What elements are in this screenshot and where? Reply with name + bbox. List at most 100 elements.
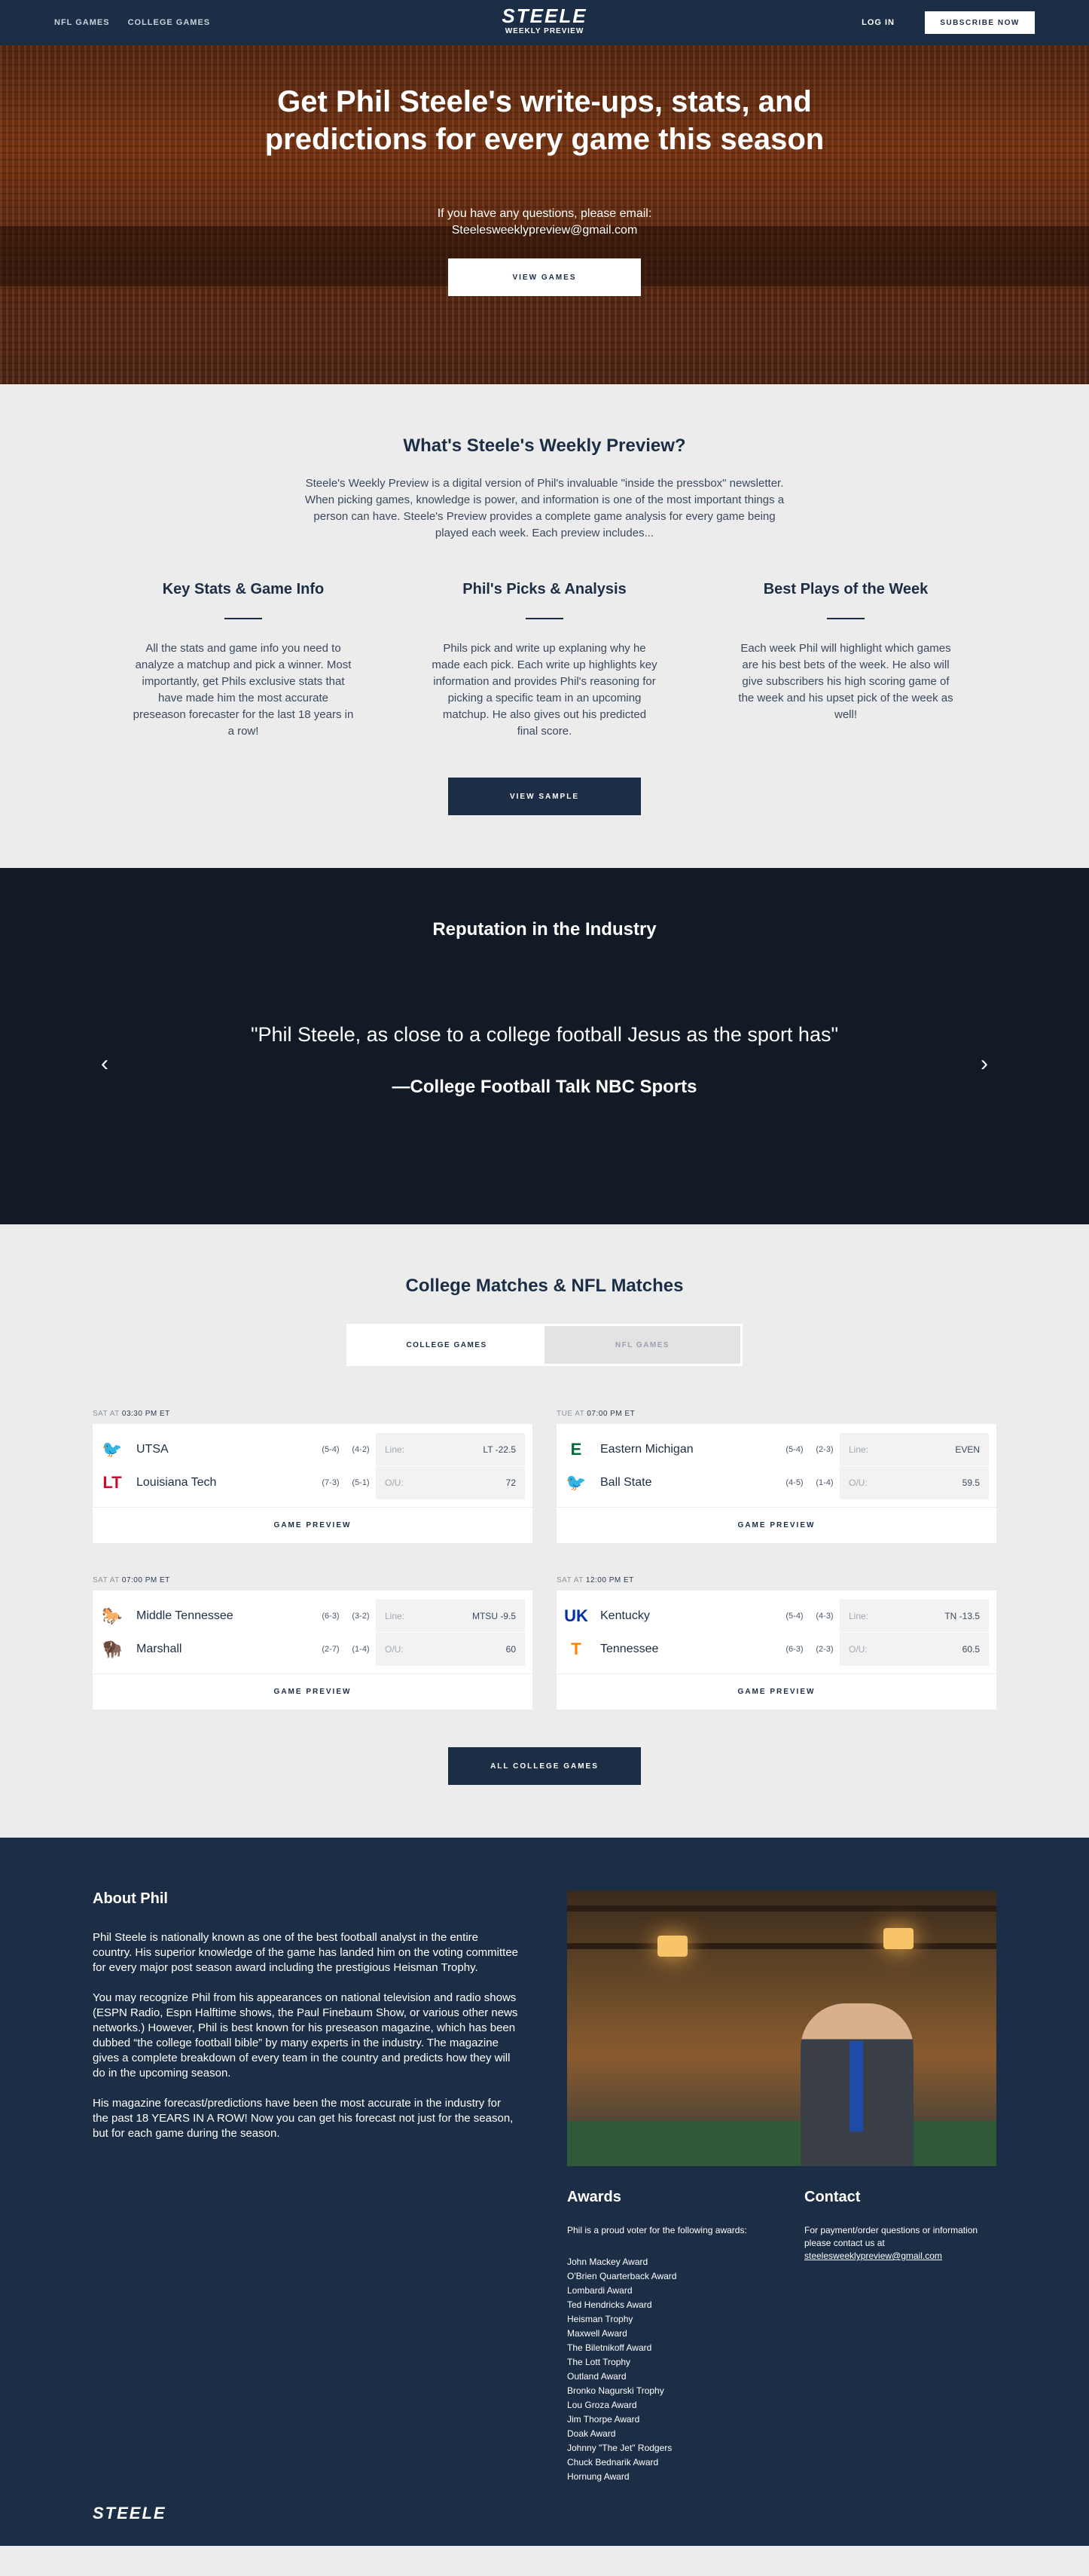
game-time: TUE AT 07:00 PM ET: [557, 1410, 996, 1418]
team-record: (2-7): [322, 1645, 340, 1654]
contact-text: For payment/order questions or informati…: [804, 2224, 996, 2263]
award-item: Doak Award: [567, 2428, 616, 2439]
subscribe-button[interactable]: SUBSCRIBE NOW: [925, 11, 1035, 34]
award-item: Lou Groza Award: [567, 2400, 637, 2410]
team-name: Middle Tennessee: [136, 1609, 233, 1622]
odds-box: Line: EVEN O/U: 59.5: [840, 1433, 989, 1499]
about-paragraph: His magazine forecast/predictions have b…: [93, 2097, 514, 2140]
award-item: The Biletnikoff Award: [567, 2342, 652, 2353]
contact-description: For payment/order questions or informati…: [804, 2225, 978, 2248]
feature-text: All the stats and game info you need to …: [133, 642, 354, 738]
footer-logo[interactable]: STEELE: [93, 2504, 166, 2523]
award-item: John Mackey Award: [567, 2257, 648, 2267]
tab-college-games[interactable]: COLLEGE GAMES: [349, 1326, 544, 1364]
team-conf-record: (2-3): [816, 1445, 834, 1454]
chevron-right-icon[interactable]: ›: [973, 1053, 996, 1075]
award-item: Hornung Award: [567, 2471, 630, 2482]
about-section: About Phil Phil Steele is nationally kno…: [0, 1838, 1089, 2546]
line-value: EVEN: [955, 1444, 980, 1455]
feature-text: Phils pick and write up explaning why he…: [432, 642, 657, 738]
reputation-title: Reputation in the Industry: [432, 919, 657, 940]
login-link[interactable]: LOG IN: [862, 18, 895, 27]
brand-subtitle: WEEKLY PREVIEW: [505, 27, 584, 35]
game-card: TUE AT 07:00 PM ET E Eastern Michigan (5…: [557, 1410, 996, 1543]
team-name: Eastern Michigan: [600, 1443, 694, 1456]
feature-divider: [224, 618, 262, 619]
view-sample-button[interactable]: VIEW SAMPLE: [448, 778, 641, 815]
team-row: T Tennessee (6-3) (2-3): [564, 1633, 840, 1666]
chevron-left-icon[interactable]: ‹: [93, 1053, 116, 1075]
nav-nfl-games[interactable]: NFL GAMES: [54, 18, 110, 27]
roadrunner-logo: 🐦: [102, 1440, 123, 1459]
contact-block: Contact For payment/order questions or i…: [804, 2189, 996, 2484]
hero: Get Phil Steele's write-ups, stats, and …: [0, 45, 1089, 384]
team-row: UK Kentucky (5-4) (4-3): [564, 1600, 840, 1633]
feature-text: Each week Phil will highlight which game…: [738, 642, 953, 721]
team-conf-record: (1-4): [816, 1478, 834, 1487]
team-record: (4-5): [785, 1478, 804, 1487]
line-value: MTSU -9.5: [471, 1610, 516, 1621]
game-time: SAT AT 12:00 PM ET: [557, 1576, 996, 1584]
line-label: Line:: [385, 1610, 405, 1621]
team-name: UTSA: [136, 1443, 169, 1456]
game-tabs: COLLEGE GAMES NFL GAMES: [346, 1324, 743, 1366]
all-college-games-button[interactable]: ALL COLLEGE GAMES: [448, 1747, 641, 1785]
award-item: Bronko Nagurski Trophy: [567, 2385, 664, 2396]
kentucky-logo: UK: [564, 1606, 588, 1625]
ou-value: 72: [505, 1477, 516, 1488]
ou-value: 60: [505, 1644, 516, 1655]
team-row: 🐦 Ball State (4-5) (1-4): [564, 1466, 840, 1499]
testimonial-quote: "Phil Steele, as close to a college foot…: [250, 1023, 839, 1046]
preview-section: What's Steele's Weekly Preview? Steele's…: [0, 384, 1089, 868]
game-kickoff: 12:00 PM ET: [585, 1576, 634, 1584]
ou-label: O/U:: [849, 1644, 868, 1655]
game-card: SAT AT 12:00 PM ET UK Kentucky (5-4) (4-…: [557, 1576, 996, 1710]
about-paragraph: You may recognize Phil from his appearan…: [93, 1991, 518, 2079]
awards-list: John Mackey Award O'Brien Quarterback Awa…: [567, 2255, 759, 2484]
line-value: LT -22.5: [483, 1444, 516, 1455]
phil-photo: [567, 1890, 996, 2166]
line-label: Line:: [849, 1610, 869, 1621]
odds-box: Line: TN -13.5 O/U: 60.5: [840, 1600, 989, 1666]
team-row: 🦬 Marshall (2-7) (1-4): [100, 1633, 376, 1666]
matches-section: College Matches & NFL Matches COLLEGE GA…: [0, 1224, 1089, 1838]
brand-logo[interactable]: STEELE WEEKLY PREVIEW: [502, 6, 587, 35]
game-preview-button[interactable]: GAME PREVIEW: [93, 1507, 532, 1543]
game-day: SAT AT: [93, 1576, 120, 1584]
award-item: Chuck Bednarik Award: [567, 2457, 659, 2468]
about-side: Awards Phil is a proud voter for the fol…: [567, 1890, 996, 2484]
game-day: SAT AT: [93, 1410, 120, 1418]
about-paragraph: Phil Steele is nationally known as one o…: [93, 1931, 519, 1974]
brand-wordmark: STEELE: [502, 5, 587, 27]
team-record: (5-4): [322, 1445, 340, 1454]
game-preview-button[interactable]: GAME PREVIEW: [557, 1673, 996, 1710]
hero-email[interactable]: Steelesweeklypreview@gmail.com: [0, 224, 1089, 237]
team-name: Louisiana Tech: [136, 1476, 217, 1489]
tab-nfl-games[interactable]: NFL GAMES: [544, 1326, 740, 1364]
contact-email-link[interactable]: steelesweeklypreview@gmail.com: [804, 2251, 942, 2261]
testimonial-source: —College Football Talk NBC Sports: [392, 1077, 697, 1097]
team-conf-record: (4-3): [816, 1612, 834, 1621]
eastern-michigan-logo: E: [570, 1440, 582, 1459]
game-time: SAT AT 03:30 PM ET: [93, 1410, 532, 1418]
team-record: (5-4): [785, 1445, 804, 1454]
la-tech-logo: LT: [102, 1473, 122, 1492]
view-games-button[interactable]: VIEW GAMES: [448, 258, 641, 296]
team-record: (5-4): [785, 1612, 804, 1621]
award-item: Heisman Trophy: [567, 2314, 633, 2324]
game-day: SAT AT: [557, 1576, 584, 1584]
game-preview-button[interactable]: GAME PREVIEW: [557, 1507, 996, 1543]
nav-college-games[interactable]: COLLEGE GAMES: [128, 18, 211, 27]
feature-best-plays: Best Plays of the Week Each week Phil wi…: [695, 581, 996, 740]
ball-state-logo: 🐦: [566, 1473, 587, 1492]
hero-title: Get Phil Steele's write-ups, stats, and …: [264, 85, 825, 156]
ou-value: 60.5: [962, 1644, 980, 1655]
game-preview-button[interactable]: GAME PREVIEW: [93, 1673, 532, 1710]
award-item: The Lott Trophy: [567, 2357, 631, 2367]
game-card: SAT AT 03:30 PM ET 🐦 UTSA (5-4) (4-2) LT…: [93, 1410, 532, 1543]
team-conf-record: (3-2): [352, 1612, 370, 1621]
awards-block: Awards Phil is a proud voter for the fol…: [567, 2189, 759, 2484]
ou-label: O/U:: [849, 1477, 868, 1488]
team-row: 🐦 UTSA (5-4) (4-2): [100, 1433, 376, 1466]
award-item: O'Brien Quarterback Award: [567, 2271, 677, 2281]
